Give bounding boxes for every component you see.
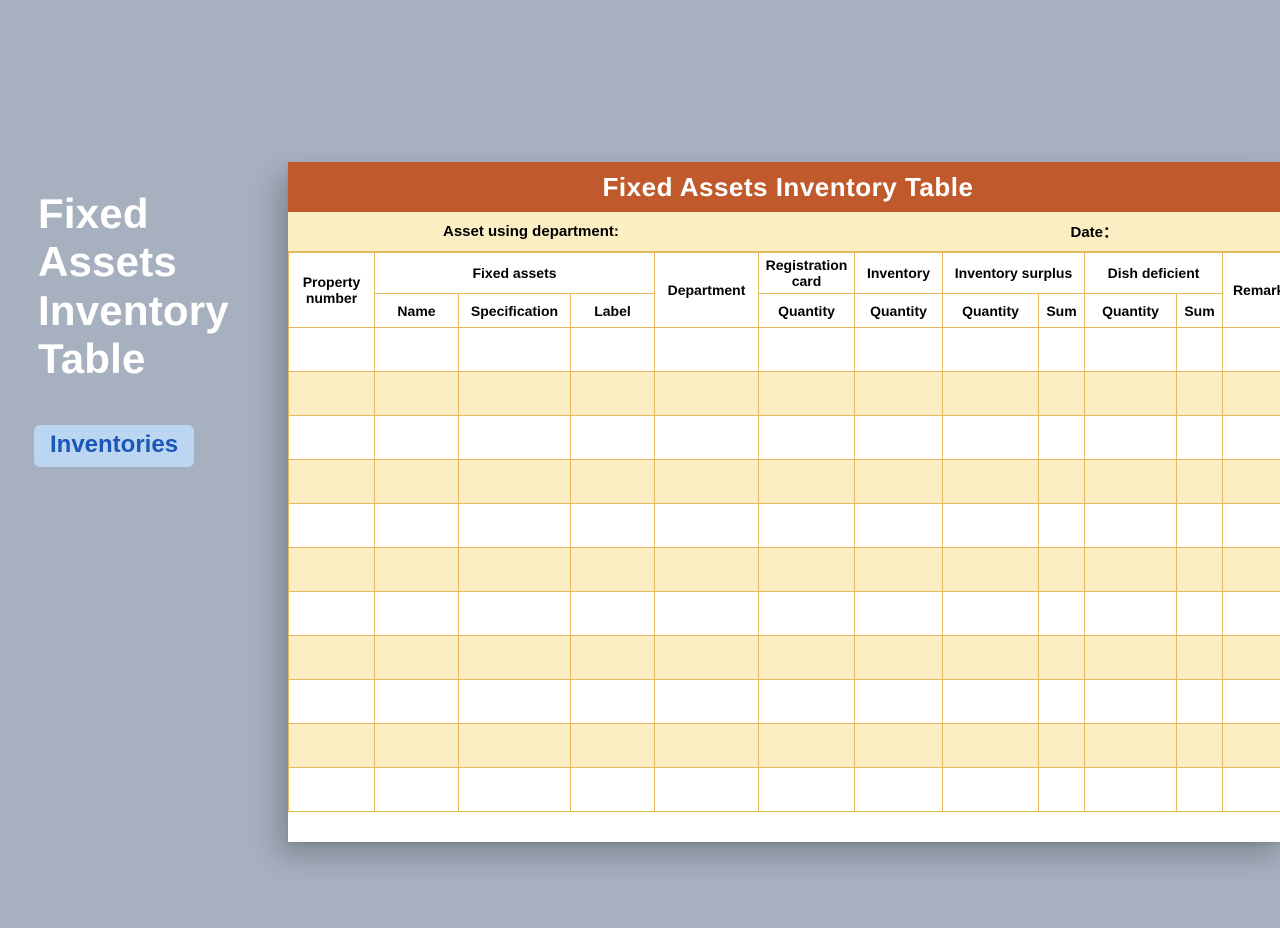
table-row: [289, 460, 1280, 504]
col-surplus-quantity: Quantity: [943, 294, 1039, 328]
title-line: Fixed: [38, 190, 229, 238]
table-row: [289, 328, 1280, 372]
sheet-title: Fixed Assets Inventory Table: [288, 162, 1280, 212]
table-row: [289, 504, 1280, 548]
meta-department-label: Asset using department:: [288, 223, 619, 240]
title-line: Inventory: [38, 287, 229, 335]
col-remarks: Remarks: [1223, 253, 1280, 328]
col-department: Department: [655, 253, 759, 328]
col-name: Name: [375, 294, 459, 328]
col-registration-card: Registration card: [759, 253, 855, 294]
col-fixed-assets-group: Fixed assets: [375, 253, 655, 294]
col-inv-quantity: Quantity: [855, 294, 943, 328]
meta-date-label: Date：: [1070, 221, 1280, 242]
col-inventory: Inventory: [855, 253, 943, 294]
table-body: [289, 328, 1280, 812]
col-deficient-sum: Sum: [1177, 294, 1223, 328]
col-inventory-surplus: Inventory surplus: [943, 253, 1085, 294]
table-row: [289, 724, 1280, 768]
col-property-number: Property number: [289, 253, 375, 328]
table-row: [289, 768, 1280, 812]
title-line: Assets: [38, 238, 229, 286]
assets-table: Property number Fixed assets Department …: [288, 252, 1280, 812]
spreadsheet-preview: Fixed Assets Inventory Table Asset using…: [288, 162, 1280, 842]
category-tag-label: Inventories: [50, 431, 178, 458]
page-title: Fixed Assets Inventory Table: [38, 190, 229, 383]
col-specification: Specification: [459, 294, 571, 328]
category-tag[interactable]: Inventories: [34, 425, 194, 467]
table-row: [289, 548, 1280, 592]
table-header: Property number Fixed assets Department …: [289, 253, 1280, 328]
table-row: [289, 416, 1280, 460]
col-reg-quantity: Quantity: [759, 294, 855, 328]
table-row: [289, 372, 1280, 416]
col-deficient-quantity: Quantity: [1085, 294, 1177, 328]
title-line: Table: [38, 335, 229, 383]
col-surplus-sum: Sum: [1039, 294, 1085, 328]
sheet-meta-row: Asset using department: Date：: [288, 212, 1280, 252]
col-label: Label: [571, 294, 655, 328]
table-row: [289, 592, 1280, 636]
table-row: [289, 636, 1280, 680]
col-dish-deficient: Dish deficient: [1085, 253, 1223, 294]
table-row: [289, 680, 1280, 724]
